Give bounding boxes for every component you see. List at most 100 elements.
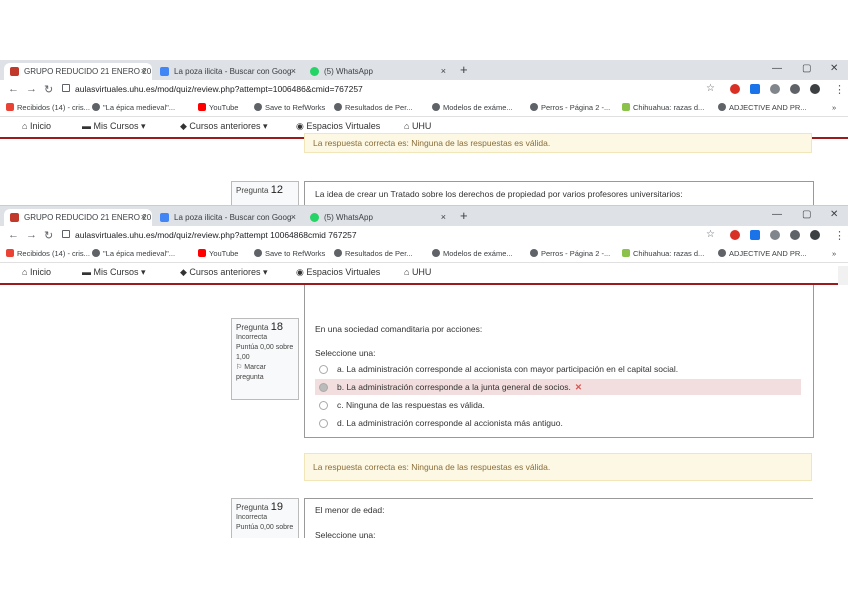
radio-button[interactable]: [319, 365, 328, 374]
bookmark-modelos[interactable]: Modelos de exáme...: [432, 249, 513, 258]
radio-button[interactable]: [319, 419, 328, 428]
profile-avatar-icon[interactable]: [810, 230, 820, 240]
answer-option-c[interactable]: c. Ninguna de las respuestas es válida.: [315, 397, 801, 413]
bookmark-epica[interactable]: "La épica medieval"...: [92, 103, 175, 112]
question-number-value: 19: [270, 501, 283, 513]
bookmark-youtube[interactable]: YouTube: [198, 103, 238, 112]
bookmark-gmail[interactable]: Recibidos (14) - cris...: [6, 103, 90, 112]
tab-whatsapp[interactable]: (5) WhatsApp ×: [304, 63, 452, 80]
nav-uhu[interactable]: ⌂ UHU: [404, 267, 431, 277]
graduation-icon: ◆: [180, 121, 190, 131]
nav-label: Cursos anteriores: [189, 121, 261, 131]
answer-option-d[interactable]: d. La administración corresponde al acci…: [315, 415, 801, 431]
reload-icon[interactable]: ↻: [44, 83, 53, 96]
globe-icon: [254, 249, 262, 257]
radio-button[interactable]: [319, 383, 328, 392]
nav-uhu[interactable]: ⌂ UHU: [404, 121, 431, 131]
back-arrow-icon[interactable]: ←: [8, 83, 19, 95]
tab-google-search[interactable]: La poza ilicita - Buscar con Goog ×: [154, 209, 302, 226]
bookmark-youtube[interactable]: YouTube: [198, 249, 238, 258]
bookmark-perros[interactable]: Perros - Página 2 -...: [530, 249, 610, 258]
bookmark-refworks[interactable]: Save to RefWorks: [254, 249, 325, 258]
radio-button[interactable]: [319, 401, 328, 410]
tab-google-search[interactable]: La poza ilicita - Buscar con Goog ×: [154, 63, 302, 80]
tab-quiz[interactable]: GRUPO REDUCIDO 21 ENERO 20 ×: [4, 63, 152, 80]
close-window-button[interactable]: ✕: [830, 63, 838, 74]
translate-extension-icon[interactable]: [750, 84, 760, 94]
bookmark-chihuahua[interactable]: Chihuahua: razas d...: [622, 249, 704, 258]
minimize-button[interactable]: —: [772, 209, 782, 220]
url-text: aulasvirtuales.uhu.es/mod/quiz/review.ph…: [75, 230, 357, 240]
bookmark-label: Recibidos (14) - cris...: [17, 249, 90, 258]
back-arrow-icon[interactable]: ←: [8, 229, 19, 241]
bookmark-perros[interactable]: Perros - Página 2 -...: [530, 103, 610, 112]
close-window-button[interactable]: ✕: [830, 209, 838, 220]
bookmark-chihuahua[interactable]: Chihuahua: razas d...: [622, 103, 704, 112]
adblock-extension-icon[interactable]: [730, 84, 740, 94]
bookmark-adjective[interactable]: ADJECTIVE AND PR...: [718, 249, 807, 258]
close-tab-icon[interactable]: ×: [291, 63, 296, 80]
nav-home[interactable]: ⌂ Inicio: [22, 121, 51, 131]
feedback-box: La respuesta correcta es: Ninguna de las…: [304, 133, 812, 153]
moodle-favicon-icon: [10, 67, 19, 76]
globe-icon: [432, 103, 440, 111]
question-score: Puntúa 0,00 sobre 1,00: [236, 344, 294, 361]
close-tab-icon[interactable]: ×: [441, 209, 446, 226]
url-field[interactable]: aulasvirtuales.uhu.es/mod/quiz/review.ph…: [62, 84, 363, 94]
caret-down-icon: ▾: [141, 121, 146, 131]
close-tab-icon[interactable]: ×: [291, 209, 296, 226]
translate-extension-icon[interactable]: [750, 230, 760, 240]
close-tab-icon[interactable]: ×: [141, 209, 146, 226]
nav-past-courses[interactable]: ◆ Cursos anteriores ▾: [180, 267, 268, 278]
extension-icon[interactable]: [770, 230, 780, 240]
nav-my-courses[interactable]: ▬ Mis Cursos ▾: [82, 121, 146, 132]
bookmark-resultados[interactable]: Resultados de Per...: [334, 103, 413, 112]
forward-arrow-icon[interactable]: →: [26, 229, 37, 241]
nav-virtual-spaces[interactable]: ◉ Espacios Virtuales: [296, 121, 380, 132]
puzzle-extensions-icon[interactable]: [790, 230, 800, 240]
extension-icon[interactable]: [770, 84, 780, 94]
menu-kebab-icon[interactable]: ⋮: [834, 229, 845, 242]
bookmark-star-icon[interactable]: ☆: [706, 83, 715, 94]
reload-icon[interactable]: ↻: [44, 229, 53, 242]
tab-title: (5) WhatsApp: [324, 213, 373, 222]
profile-avatar-icon[interactable]: [810, 84, 820, 94]
tab-bar: GRUPO REDUCIDO 21 ENERO 20 × La poza ili…: [0, 206, 848, 226]
close-tab-icon[interactable]: ×: [141, 63, 146, 80]
new-tab-button[interactable]: +: [460, 63, 468, 77]
minimize-button[interactable]: —: [772, 63, 782, 74]
bookmark-label: "La épica medieval"...: [103, 103, 176, 112]
nav-past-courses[interactable]: ◆ Cursos anteriores ▾: [180, 121, 268, 132]
bookmark-star-icon[interactable]: ☆: [706, 229, 715, 240]
adblock-extension-icon[interactable]: [730, 230, 740, 240]
answer-option-a[interactable]: a. La administración corresponde al acci…: [315, 361, 801, 377]
menu-kebab-icon[interactable]: ⋮: [834, 83, 845, 96]
bookmark-label: Perros - Página 2 -...: [541, 249, 611, 258]
maximize-button[interactable]: ▢: [802, 209, 811, 220]
tab-whatsapp[interactable]: (5) WhatsApp ×: [304, 209, 452, 226]
forward-arrow-icon[interactable]: →: [26, 83, 37, 95]
bookmark-refworks[interactable]: Save to RefWorks: [254, 103, 325, 112]
close-tab-icon[interactable]: ×: [441, 63, 446, 80]
url-field[interactable]: aulasvirtuales.uhu.es/mod/quiz/review.ph…: [62, 230, 357, 240]
nav-virtual-spaces[interactable]: ◉ Espacios Virtuales: [296, 267, 380, 278]
maximize-button[interactable]: ▢: [802, 63, 811, 74]
bookmark-resultados[interactable]: Resultados de Per...: [334, 249, 413, 258]
nav-my-courses[interactable]: ▬ Mis Cursos ▾: [82, 267, 146, 278]
bookmark-label: YouTube: [209, 249, 239, 258]
new-tab-button[interactable]: +: [460, 209, 468, 223]
question-box: En una sociedad comanditaria por accione…: [304, 285, 814, 438]
bookmarks-more-icon[interactable]: »: [832, 249, 836, 258]
bookmark-label: Modelos de exáme...: [443, 103, 513, 112]
nav-home[interactable]: ⌂ Inicio: [22, 267, 51, 277]
bookmark-adjective[interactable]: ADJECTIVE AND PR...: [718, 103, 807, 112]
bookmarks-more-icon[interactable]: »: [832, 103, 836, 112]
bookmark-epica[interactable]: "La épica medieval"...: [92, 249, 175, 258]
bookmark-modelos[interactable]: Modelos de exáme...: [432, 103, 513, 112]
answer-option-b[interactable]: b. La administración corresponde a la ju…: [315, 379, 801, 395]
tab-quiz[interactable]: GRUPO REDUCIDO 21 ENERO 20 ×: [4, 209, 152, 226]
bookmark-gmail[interactable]: Recibidos (14) - cris...: [6, 249, 90, 258]
question-status: Incorrecta: [236, 334, 268, 341]
puzzle-extensions-icon[interactable]: [790, 84, 800, 94]
flag-question-link[interactable]: ⚐ Marcar pregunta: [236, 363, 294, 383]
